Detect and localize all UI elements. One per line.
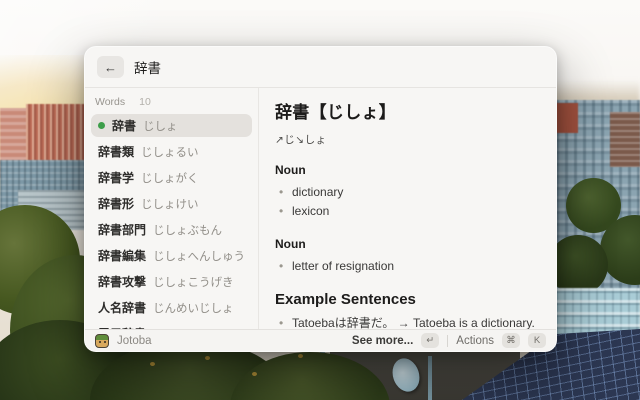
word-reading: じしょへんしゅう <box>153 248 245 264</box>
definition-list: dictionary lexicon <box>275 183 540 221</box>
pitch-accent: ↗じ↘しょ <box>275 132 540 147</box>
word-list-item[interactable]: 電子辞書 でんしじしょ <box>91 322 252 329</box>
word-list-item[interactable]: 人名辞書 じんめいじしょ <box>91 296 252 319</box>
background-flower-speck <box>150 362 155 366</box>
word-kanji: 辞書 <box>112 117 136 134</box>
window-body: Words 10 辞書 じしょ 辞書類 じしょるい 辞書学 じしょがく 辞書形 … <box>85 88 556 329</box>
section-count: 10 <box>139 96 151 108</box>
word-reading: じしょるい <box>141 144 199 160</box>
footer-divider <box>447 335 448 347</box>
word-kanji: 辞書形 <box>98 195 134 212</box>
example-sentences-heading: Example Sentences <box>275 291 540 308</box>
word-kanji: 辞書類 <box>98 143 134 160</box>
word-list-item[interactable]: 辞書部門 じしょぶもん <box>91 218 252 241</box>
word-title: 辞書【じしょ】 <box>275 98 540 123</box>
word-list-item[interactable]: 辞書学 じしょがく <box>91 166 252 189</box>
word-kanji: 辞書学 <box>98 169 134 186</box>
example-sentence-item: Tatoebaは辞書だ。 → Tatoeba is a dictionary. <box>275 314 540 329</box>
section-heading: Noun <box>275 163 540 177</box>
selected-indicator-dot-icon <box>98 122 105 129</box>
word-reading: じしょぶもん <box>153 222 222 238</box>
search-input[interactable]: 辞書 <box>134 57 161 77</box>
section-label: Words <box>95 96 125 108</box>
k-key-icon[interactable]: K <box>528 333 546 348</box>
word-list-item[interactable]: 辞書類 じしょるい <box>91 140 252 163</box>
background-pole <box>428 356 432 400</box>
window-footer: Jotoba See more... ↵ Actions ⌘ K <box>85 329 556 351</box>
back-button[interactable]: ← <box>97 56 124 78</box>
example-sentence-list: Tatoebaは辞書だ。 → Tatoeba is a dictionary. … <box>275 314 540 329</box>
jotoba-dictionary-window: ← 辞書 Words 10 辞書 じしょ 辞書類 じしょるい 辞書学 じしょがく <box>84 46 557 352</box>
window-header: ← 辞書 <box>85 47 556 88</box>
word-list-item[interactable]: 辞書 じしょ <box>91 114 252 137</box>
return-key-icon[interactable]: ↵ <box>421 333 439 348</box>
jotoba-logo <box>95 334 109 348</box>
background-flower-speck <box>298 354 303 358</box>
section-heading: Noun <box>275 237 540 251</box>
word-reading: じしょ <box>143 118 178 134</box>
sidebar-section-header: Words 10 <box>91 94 252 114</box>
definition-item: letter of resignation <box>275 257 540 276</box>
definition-item: dictionary <box>275 183 540 202</box>
word-reading: じしょがく <box>141 170 199 186</box>
word-reading: じんめいじしょ <box>153 300 234 316</box>
definition-item: lexicon <box>275 202 540 221</box>
command-key-icon[interactable]: ⌘ <box>502 333 520 348</box>
background-building <box>610 112 640 167</box>
word-reading: じしょけい <box>141 196 199 212</box>
back-arrow-icon: ← <box>104 60 117 75</box>
word-kanji: 人名辞書 <box>98 299 146 316</box>
actions-button[interactable]: Actions <box>456 335 494 347</box>
results-sidebar: Words 10 辞書 じしょ 辞書類 じしょるい 辞書学 じしょがく 辞書形 … <box>85 88 259 329</box>
word-list-item[interactable]: 辞書形 じしょけい <box>91 192 252 215</box>
word-detail-pane: 辞書【じしょ】 ↗じ↘しょ Noun dictionary lexicon No… <box>259 88 556 329</box>
word-list-item[interactable]: 辞書攻撃 じしょこうげき <box>91 270 252 293</box>
background-building <box>556 103 578 133</box>
background-flower-speck <box>205 356 210 360</box>
background-tree <box>548 235 608 295</box>
word-kanji: 辞書攻撃 <box>98 273 146 290</box>
see-more-button[interactable]: See more... <box>352 335 413 347</box>
background-flower-speck <box>252 372 257 376</box>
word-kanji: 辞書編集 <box>98 247 146 264</box>
word-kanji: 辞書部門 <box>98 221 146 238</box>
definition-list: letter of resignation <box>275 257 540 276</box>
app-name-label: Jotoba <box>117 335 152 347</box>
word-list-item[interactable]: 辞書編集 じしょへんしゅう <box>91 244 252 267</box>
word-reading: じしょこうげき <box>153 274 234 290</box>
